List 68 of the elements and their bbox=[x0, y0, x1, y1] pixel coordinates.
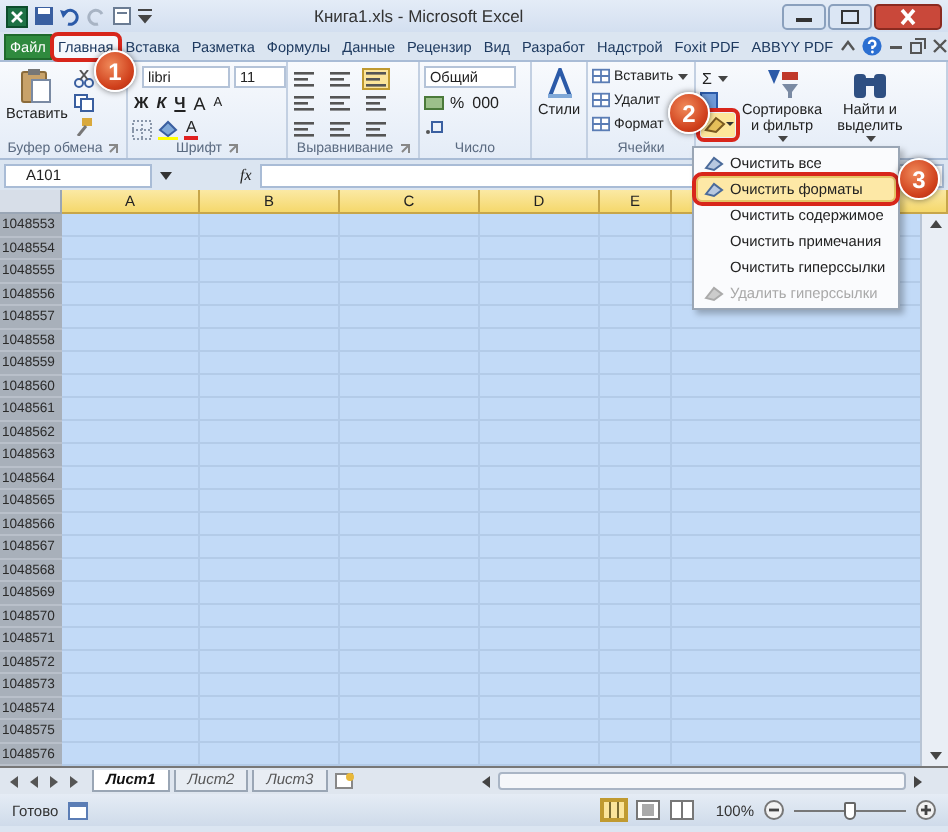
window-title: Книга1.xls - Microsoft Excel bbox=[314, 6, 526, 26]
print-preview-icon[interactable] bbox=[112, 6, 132, 26]
alignment-icon[interactable] bbox=[292, 70, 316, 88]
caret-icon bbox=[777, 136, 787, 142]
launcher-icon[interactable] bbox=[108, 143, 119, 153]
scroll-right-icon[interactable] bbox=[912, 775, 924, 787]
zoom-out-icon[interactable] bbox=[764, 800, 784, 820]
launcher-icon[interactable] bbox=[399, 143, 410, 153]
excel-logo-icon[interactable] bbox=[6, 5, 28, 27]
brush-icon[interactable] bbox=[73, 118, 94, 136]
alignment-icon[interactable] bbox=[328, 70, 352, 88]
alignment-icon[interactable] bbox=[292, 119, 316, 138]
page-layout-icon[interactable] bbox=[635, 800, 660, 820]
help-icon[interactable] bbox=[861, 36, 882, 56]
percent-button[interactable]: % bbox=[448, 92, 467, 114]
cells-icon bbox=[592, 116, 610, 132]
collapse-ribbon-icon[interactable] bbox=[839, 38, 856, 54]
caret-icon[interactable] bbox=[717, 76, 728, 82]
alignment-icon[interactable] bbox=[328, 94, 352, 113]
clipboard-icon bbox=[20, 68, 53, 104]
cells-icon bbox=[592, 92, 610, 108]
thousands-button[interactable]: 000 bbox=[470, 92, 501, 114]
dropdown-arrow-icon[interactable] bbox=[138, 8, 152, 24]
scroll-left-icon[interactable] bbox=[479, 775, 492, 787]
styles-icon bbox=[545, 68, 574, 100]
eraser-icon bbox=[704, 284, 724, 302]
bold-button[interactable]: Ж bbox=[132, 92, 151, 114]
binoculars-icon bbox=[852, 68, 888, 100]
alignment-icon[interactable] bbox=[364, 70, 388, 88]
sort-filter-icon bbox=[764, 68, 800, 100]
vertical-scrollbar[interactable] bbox=[920, 214, 948, 766]
maximize-icon[interactable] bbox=[828, 3, 872, 29]
save-icon[interactable] bbox=[34, 6, 54, 26]
insert-function-button[interactable]: fx bbox=[240, 166, 252, 184]
page-break-icon[interactable] bbox=[669, 800, 694, 820]
autosum-button[interactable]: Σ bbox=[700, 68, 714, 90]
fill-color-icon[interactable] bbox=[156, 119, 180, 139]
horizontal-scrollbar[interactable] bbox=[479, 772, 924, 790]
border-icon[interactable] bbox=[132, 119, 152, 139]
decimal-icon[interactable] bbox=[424, 118, 444, 136]
caret-icon bbox=[865, 136, 875, 142]
new-sheet-icon[interactable] bbox=[331, 772, 356, 790]
currency-icon[interactable] bbox=[424, 94, 444, 112]
close-icon[interactable] bbox=[874, 3, 942, 29]
zoom-in-icon[interactable] bbox=[916, 800, 936, 820]
font-color-button[interactable]: A bbox=[184, 118, 199, 140]
alignment-icon[interactable] bbox=[364, 119, 388, 138]
copy-icon[interactable] bbox=[73, 94, 94, 112]
italic-button[interactable]: К bbox=[154, 92, 169, 114]
macro-record-icon[interactable] bbox=[68, 801, 89, 819]
cells-icon bbox=[592, 68, 610, 84]
minimize-icon[interactable] bbox=[782, 3, 826, 29]
close-icon[interactable] bbox=[931, 38, 948, 54]
launcher-icon[interactable] bbox=[228, 144, 239, 154]
scroll-up-icon[interactable] bbox=[927, 218, 943, 230]
underline-button[interactable]: Ч bbox=[172, 92, 188, 114]
dropdown-arrow-icon[interactable] bbox=[160, 171, 172, 179]
undo-icon[interactable] bbox=[60, 6, 80, 26]
caret-icon[interactable] bbox=[677, 73, 688, 79]
alignment-icon[interactable] bbox=[292, 94, 316, 113]
scroll-down-icon[interactable] bbox=[927, 750, 943, 762]
grow-font-button[interactable]: A bbox=[191, 92, 208, 114]
alignment-icon[interactable] bbox=[364, 94, 388, 113]
restore-icon[interactable] bbox=[909, 38, 926, 54]
scissors-icon[interactable] bbox=[73, 70, 94, 88]
eraser-icon[interactable] bbox=[700, 112, 736, 138]
normal-view-icon[interactable] bbox=[601, 800, 626, 820]
alignment-icon[interactable] bbox=[328, 119, 352, 138]
